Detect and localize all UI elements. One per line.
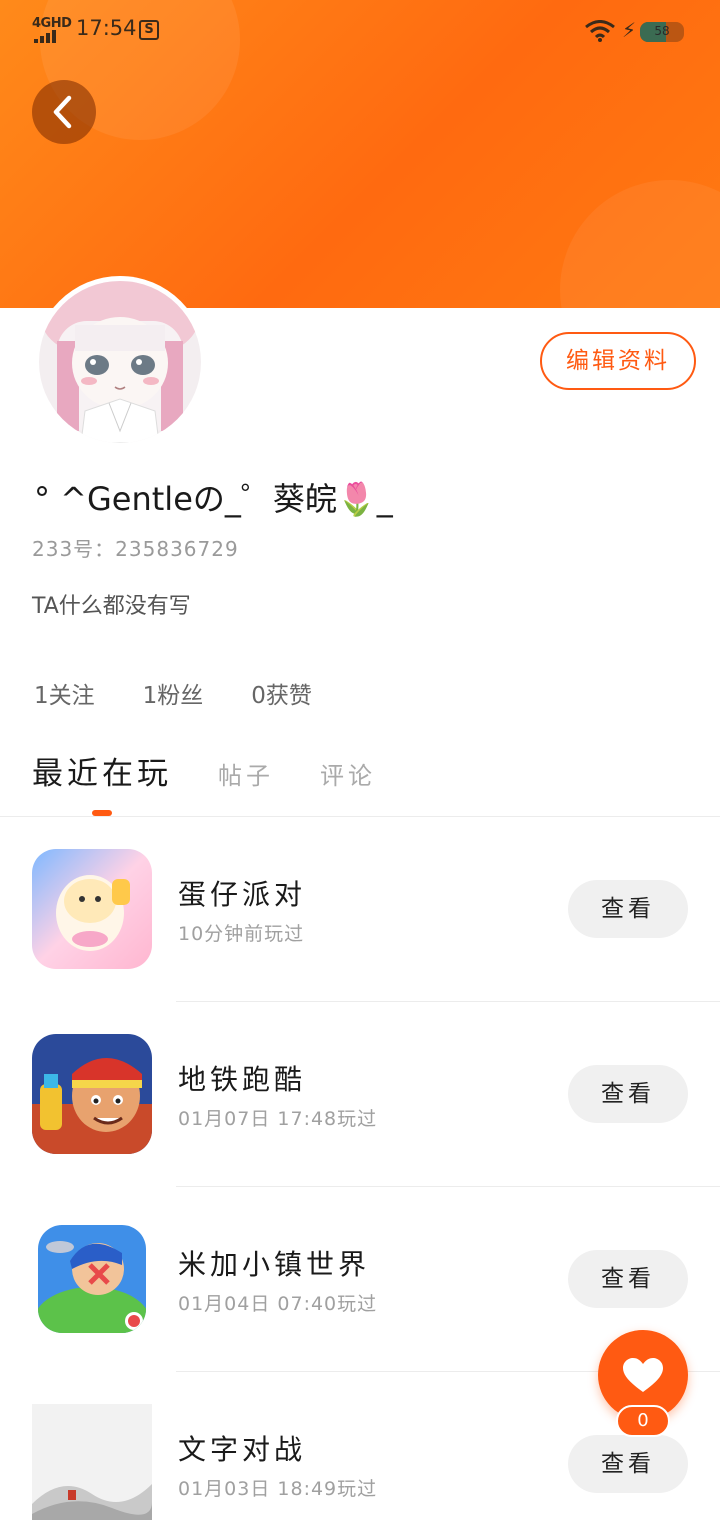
nickname: ° ^Gentleの_゜葵皖🌷_	[34, 480, 393, 518]
toca-world-icon	[38, 1225, 146, 1333]
tab-recently-played[interactable]: 最近在玩	[32, 748, 172, 793]
eggy-party-icon	[32, 849, 152, 969]
profile-tabs: 最近在玩 帖子 评论	[32, 748, 376, 793]
subway-surfers-icon	[32, 1034, 152, 1154]
heart-icon	[623, 1358, 663, 1392]
tab-posts[interactable]: 帖子	[218, 756, 274, 791]
battery-icon: 58	[640, 22, 684, 42]
game-name: 米加小镇世界	[178, 1248, 371, 1281]
back-button[interactable]	[32, 80, 96, 144]
list-item[interactable]: 蛋仔派对 10分钟前玩过 查看	[0, 817, 720, 1002]
edit-profile-button[interactable]: 编辑资料	[540, 332, 696, 390]
user-id: 233号：235836729	[32, 537, 239, 561]
notification-s-icon: S	[139, 20, 159, 40]
view-button[interactable]: 查看	[568, 880, 688, 938]
status-bar: 4GHD 17:54 S ⚡ 58	[0, 0, 720, 62]
followers-count[interactable]: 1粉丝	[143, 676, 204, 710]
recent-games-list: 蛋仔派对 10分钟前玩过 查看 地铁跑酷 01月07日 17:48玩过 查看 米…	[0, 817, 720, 1520]
tab-comments[interactable]: 评论	[320, 756, 376, 791]
chevron-left-icon	[53, 95, 72, 129]
view-button[interactable]: 查看	[568, 1065, 688, 1123]
following-count[interactable]: 1关注	[34, 676, 95, 710]
game-name: 蛋仔派对	[178, 878, 307, 911]
word-battle-icon	[32, 1404, 152, 1520]
avatar[interactable]	[34, 276, 206, 448]
bio: TA什么都没有写	[32, 594, 191, 619]
signal-icon	[34, 30, 56, 43]
last-played: 01月07日 17:48玩过	[178, 1108, 378, 1130]
game-name: 文字对战	[178, 1433, 307, 1466]
battery-level: 58	[654, 24, 670, 38]
last-played: 01月03日 18:49玩过	[178, 1478, 378, 1500]
like-count-badge: 0	[616, 1405, 670, 1437]
avatar-image	[39, 281, 201, 443]
game-name: 地铁跑酷	[178, 1063, 307, 1096]
charging-icon: ⚡	[622, 18, 637, 42]
banner-decoration	[560, 180, 720, 308]
last-played: 01月04日 07:40玩过	[178, 1293, 378, 1315]
profile-stats: 1关注 1粉丝 0获赞	[34, 676, 312, 710]
network-indicator: 4GHD	[32, 16, 72, 31]
view-button[interactable]: 查看	[568, 1250, 688, 1308]
status-time: 17:54	[76, 16, 137, 40]
last-played: 10分钟前玩过	[178, 923, 305, 945]
wifi-icon	[585, 20, 615, 42]
likes-count: 0获赞	[251, 683, 312, 709]
view-button[interactable]: 查看	[568, 1435, 688, 1493]
list-item[interactable]: 地铁跑酷 01月07日 17:48玩过 查看	[0, 1002, 720, 1187]
